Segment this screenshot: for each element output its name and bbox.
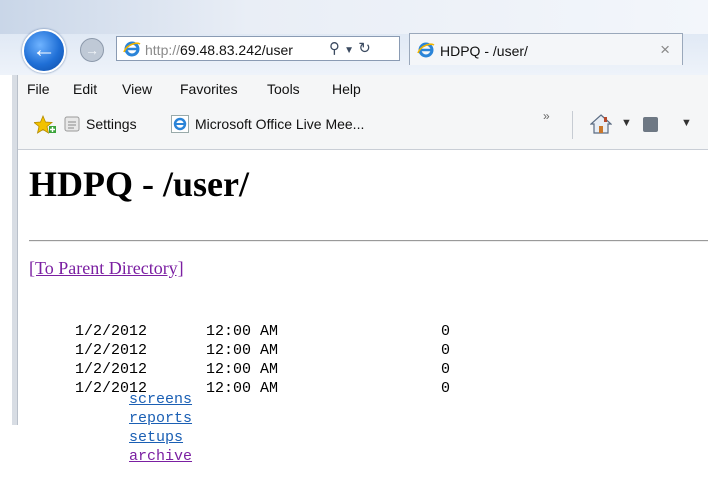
address-bar[interactable]: http://69.48.83.242/user ⚲ ▼ ↻ [116,36,400,61]
add-favorite-star-icon[interactable] [34,115,56,135]
entry-size: 0 [441,323,451,340]
favorites-overflow-chevron-icon[interactable]: » [543,109,550,123]
folder-link-reports[interactable]: reports [129,410,192,427]
folder-link-archive[interactable]: archive [129,448,192,465]
address-controls: ⚲ ▼ ↻ [329,39,371,57]
chevron-down-icon[interactable]: ▼ [621,117,632,129]
ie-icon [123,41,141,57]
list-item: 1/2/2012 12:00 AM 0 archive [75,380,545,465]
entry-time: 12:00 AM [206,361,279,378]
url-host: 69.48.83.242/user [180,42,293,58]
url-scheme: http:// [145,42,181,58]
ie-icon [417,42,435,58]
ie-icon [171,115,189,133]
home-icon[interactable] [590,114,612,134]
entry-size: 0 [441,361,451,378]
entry-time: 12:00 AM [206,323,279,340]
parent-directory-link[interactable]: [To Parent Directory] [29,258,184,279]
directory-listing: 1/2/2012 12:00 AM 0 screens 1/2/2012 12:… [75,323,545,465]
title-bar [0,0,708,34]
arrow-left-icon: ← [32,36,56,63]
list-item: 1/2/2012 12:00 AM 0 setups [75,361,545,446]
folder-link-setups[interactable]: setups [129,429,183,446]
list-item: 1/2/2012 12:00 AM 0 screens [75,323,545,408]
entry-size: 0 [441,342,451,359]
menu-help[interactable]: Help [332,81,361,97]
menu-tools[interactable]: Tools [267,81,300,97]
window-border [12,75,18,425]
refresh-icon[interactable]: ↻ [358,40,371,57]
page-title: HDPQ - /user/ [29,164,249,204]
entry-date: 1/2/2012 [75,361,148,378]
menu-view[interactable]: View [122,81,152,97]
close-icon[interactable]: × [660,40,670,60]
menu-favorites[interactable]: Favorites [180,81,238,97]
menu-bar: File Edit View Favorites Tools Help [18,75,708,104]
divider [29,240,708,242]
menu-edit[interactable]: Edit [73,81,97,97]
entry-time: 12:00 AM [206,380,279,397]
toolbar-divider [572,111,573,139]
entry-date: 1/2/2012 [75,342,148,359]
favorite-live-meeting[interactable]: Microsoft Office Live Mee... [195,116,364,132]
settings-page-icon [64,116,80,132]
search-icon[interactable]: ⚲ [329,40,340,57]
entry-size: 0 [441,380,451,397]
list-item: 1/2/2012 12:00 AM 0 reports [75,342,545,427]
rss-feed-icon[interactable] [643,117,658,132]
entry-time: 12:00 AM [206,342,279,359]
tab-active[interactable]: HDPQ - /user/ × [409,33,683,65]
address-url[interactable]: http://69.48.83.242/user [145,42,293,58]
arrow-right-icon: → [85,42,99,58]
chevron-down-icon[interactable]: ▼ [681,117,692,129]
menu-file[interactable]: File [27,81,50,97]
browser-chrome: ← → http://69.48.83.242/user ⚲ ▼ ↻ HDPQ … [0,0,708,75]
chevron-down-icon[interactable]: ▼ [344,45,354,56]
entry-date: 1/2/2012 [75,323,148,340]
entry-date: 1/2/2012 [75,380,148,397]
favorites-bar: Settings Microsoft Office Live Mee... » … [18,103,708,150]
back-button[interactable]: ← [22,29,66,73]
tab-title: HDPQ - /user/ [440,43,528,59]
forward-button[interactable]: → [80,38,104,62]
favorite-settings[interactable]: Settings [86,116,137,132]
